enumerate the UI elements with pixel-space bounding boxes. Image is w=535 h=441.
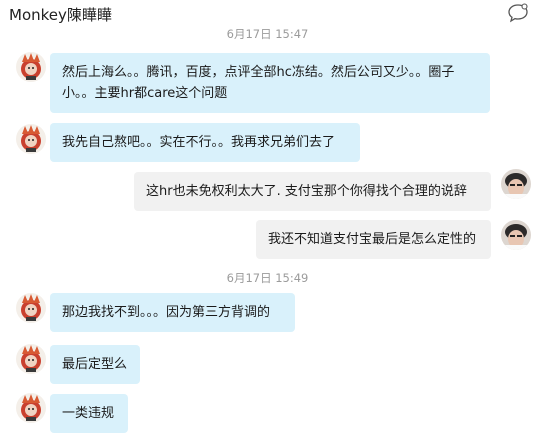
chat-title: Monkey陳瞱瞱 — [9, 6, 112, 24]
message-bubble: 最后定型么 — [50, 345, 140, 384]
avatar-contact[interactable] — [16, 52, 46, 82]
chat-window: Monkey陳瞱瞱 6月17日 15:47 然后上海么。。腾讯，百度，点评全部h… — [0, 0, 535, 441]
message-list[interactable]: 6月17日 15:47 然后上海么。。腾讯，百度，点评全部hc冻结。然后公司又少… — [0, 27, 535, 441]
message-bubble: 那边我找不到。。。因为第三方背调的 — [50, 293, 295, 332]
message-bubble: 这hr也未免权利太大了. 支付宝那个你得找个合理的说辞 — [134, 172, 491, 211]
avatar-contact[interactable] — [16, 124, 46, 154]
chat-bubble-icon[interactable] — [507, 3, 529, 23]
message-bubble: 我先自己熬吧。。实在不行。。我再求兄弟们去了 — [50, 123, 360, 162]
message-bubble: 我还不知道支付宝最后是怎么定性的 — [256, 220, 491, 259]
avatar-contact[interactable] — [16, 344, 46, 374]
avatar-contact[interactable] — [16, 293, 46, 323]
timestamp: 6月17日 15:47 — [226, 27, 309, 41]
timestamp: 6月17日 15:49 — [226, 271, 309, 285]
message-bubble: 然后上海么。。腾讯，百度，点评全部hc冻结。然后公司又少。。圈子小。。主要hr都… — [50, 53, 490, 113]
avatar-contact[interactable] — [16, 393, 46, 423]
message-bubble: 一类违规 — [50, 394, 128, 433]
avatar-self[interactable] — [501, 220, 531, 250]
avatar-self[interactable] — [501, 169, 531, 199]
